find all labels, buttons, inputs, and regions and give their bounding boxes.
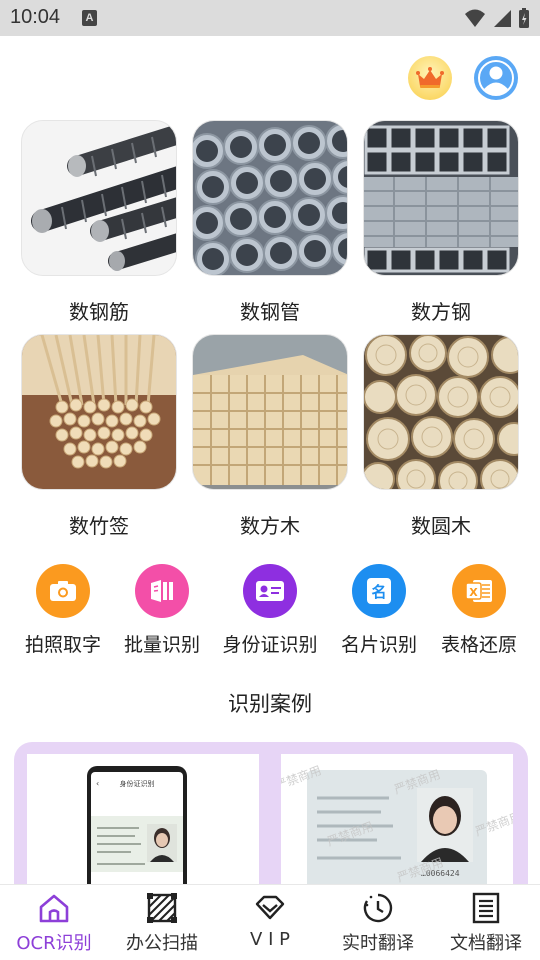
home-icon: [39, 894, 69, 923]
phone-case-image: 身份证识别 ‹: [27, 754, 259, 894]
business-card-icon: 名: [352, 564, 406, 618]
clock-icon: [363, 893, 393, 923]
status-time: 10:04: [10, 6, 61, 28]
tool-batch-recognize[interactable]: 批量识别: [117, 564, 207, 657]
bottom-nav: OCR识别 办公扫描 V I P 实时翻译 文档翻译: [0, 884, 540, 960]
user-avatar-button[interactable]: [474, 56, 518, 100]
grid-item-label: 数方钢: [411, 300, 471, 324]
grid-item-label: 数圆木: [411, 514, 471, 538]
grid-item-label: 数钢管: [240, 300, 300, 324]
svg-text:‹: ‹: [96, 779, 99, 788]
cases-section-title: 识别案例: [0, 688, 540, 718]
grid-item-label: 数竹签: [69, 514, 129, 538]
grid-item-square-steel[interactable]: 数方钢: [363, 120, 519, 325]
nav-item-realtime-translate[interactable]: 实时翻译: [324, 891, 432, 955]
document-icon: [472, 892, 500, 924]
tool-id-card[interactable]: 身份证识别: [215, 564, 325, 657]
tool-label: 身份证识别: [222, 634, 318, 656]
tool-label: 名片识别: [340, 634, 417, 656]
status-bar: 10:04 A: [0, 0, 540, 36]
phone-screen-title: 身份证识别: [120, 779, 155, 788]
svg-text:名: 名: [371, 583, 386, 601]
tool-label: 表格还原: [440, 634, 517, 656]
vip-diamond-icon: [255, 895, 285, 920]
grid-item-round-logs[interactable]: 数圆木: [363, 334, 519, 539]
nav-item-ocr[interactable]: OCR识别: [0, 891, 108, 955]
battery-icon: [519, 8, 529, 28]
grid-item-steel-pipe[interactable]: 数钢管: [192, 120, 348, 325]
nav-item-doc-translate[interactable]: 文档翻译: [432, 891, 540, 955]
notification-a-icon: A: [82, 10, 97, 26]
round-logs-photo: [363, 334, 519, 490]
scan-icon: [147, 893, 177, 923]
square-timber-photo: [192, 334, 348, 490]
bamboo-sticks-photo: [21, 334, 177, 490]
nav-label: 实时翻译: [342, 933, 414, 954]
nav-item-scan[interactable]: 办公扫描: [108, 891, 216, 955]
nav-label: OCR识别: [16, 933, 92, 954]
vip-crown-button[interactable]: [408, 56, 452, 100]
case-card-id-card[interactable]: …0066424 严禁商用 严禁商用 严禁商用 严禁商用 严禁商用: [281, 754, 513, 894]
user-avatar-icon: [478, 60, 514, 96]
grid-item-square-timber[interactable]: 数方木: [192, 334, 348, 539]
nav-label: V I P: [250, 929, 290, 950]
batch-pages-icon: [135, 564, 189, 618]
crown-icon: [416, 67, 444, 88]
nav-item-vip[interactable]: V I P: [216, 891, 324, 950]
case-card-phone[interactable]: 身份证识别 ‹: [27, 754, 259, 894]
nav-label: 办公扫描: [126, 933, 198, 954]
grid-item-label: 数钢筋: [69, 300, 129, 324]
svg-text:X: X: [469, 586, 478, 599]
id-card-icon: [243, 564, 297, 618]
steel-pipe-photo: [192, 120, 348, 276]
camera-icon: [36, 564, 90, 618]
tool-photo-text[interactable]: 拍照取字: [18, 564, 108, 657]
tool-label: 批量识别: [123, 634, 200, 656]
status-icons: [464, 6, 530, 30]
tool-label: 拍照取字: [24, 634, 101, 656]
excel-icon: X: [452, 564, 506, 618]
grid-item-label: 数方木: [240, 514, 300, 538]
square-steel-photo: [363, 120, 519, 276]
tool-table-restore[interactable]: X 表格还原: [433, 564, 525, 657]
wifi-icon: [465, 9, 485, 27]
grid-item-bamboo-sticks[interactable]: 数竹签: [21, 334, 177, 539]
rebar-photo: [21, 120, 177, 276]
signal-icon: [494, 10, 511, 27]
tool-business-card[interactable]: 名 名片识别: [333, 564, 425, 657]
id-card-case-image: …0066424 严禁商用 严禁商用 严禁商用 严禁商用 严禁商用: [281, 754, 513, 894]
grid-item-rebar[interactable]: 数钢筋: [21, 120, 177, 325]
nav-label: 文档翻译: [450, 933, 522, 954]
